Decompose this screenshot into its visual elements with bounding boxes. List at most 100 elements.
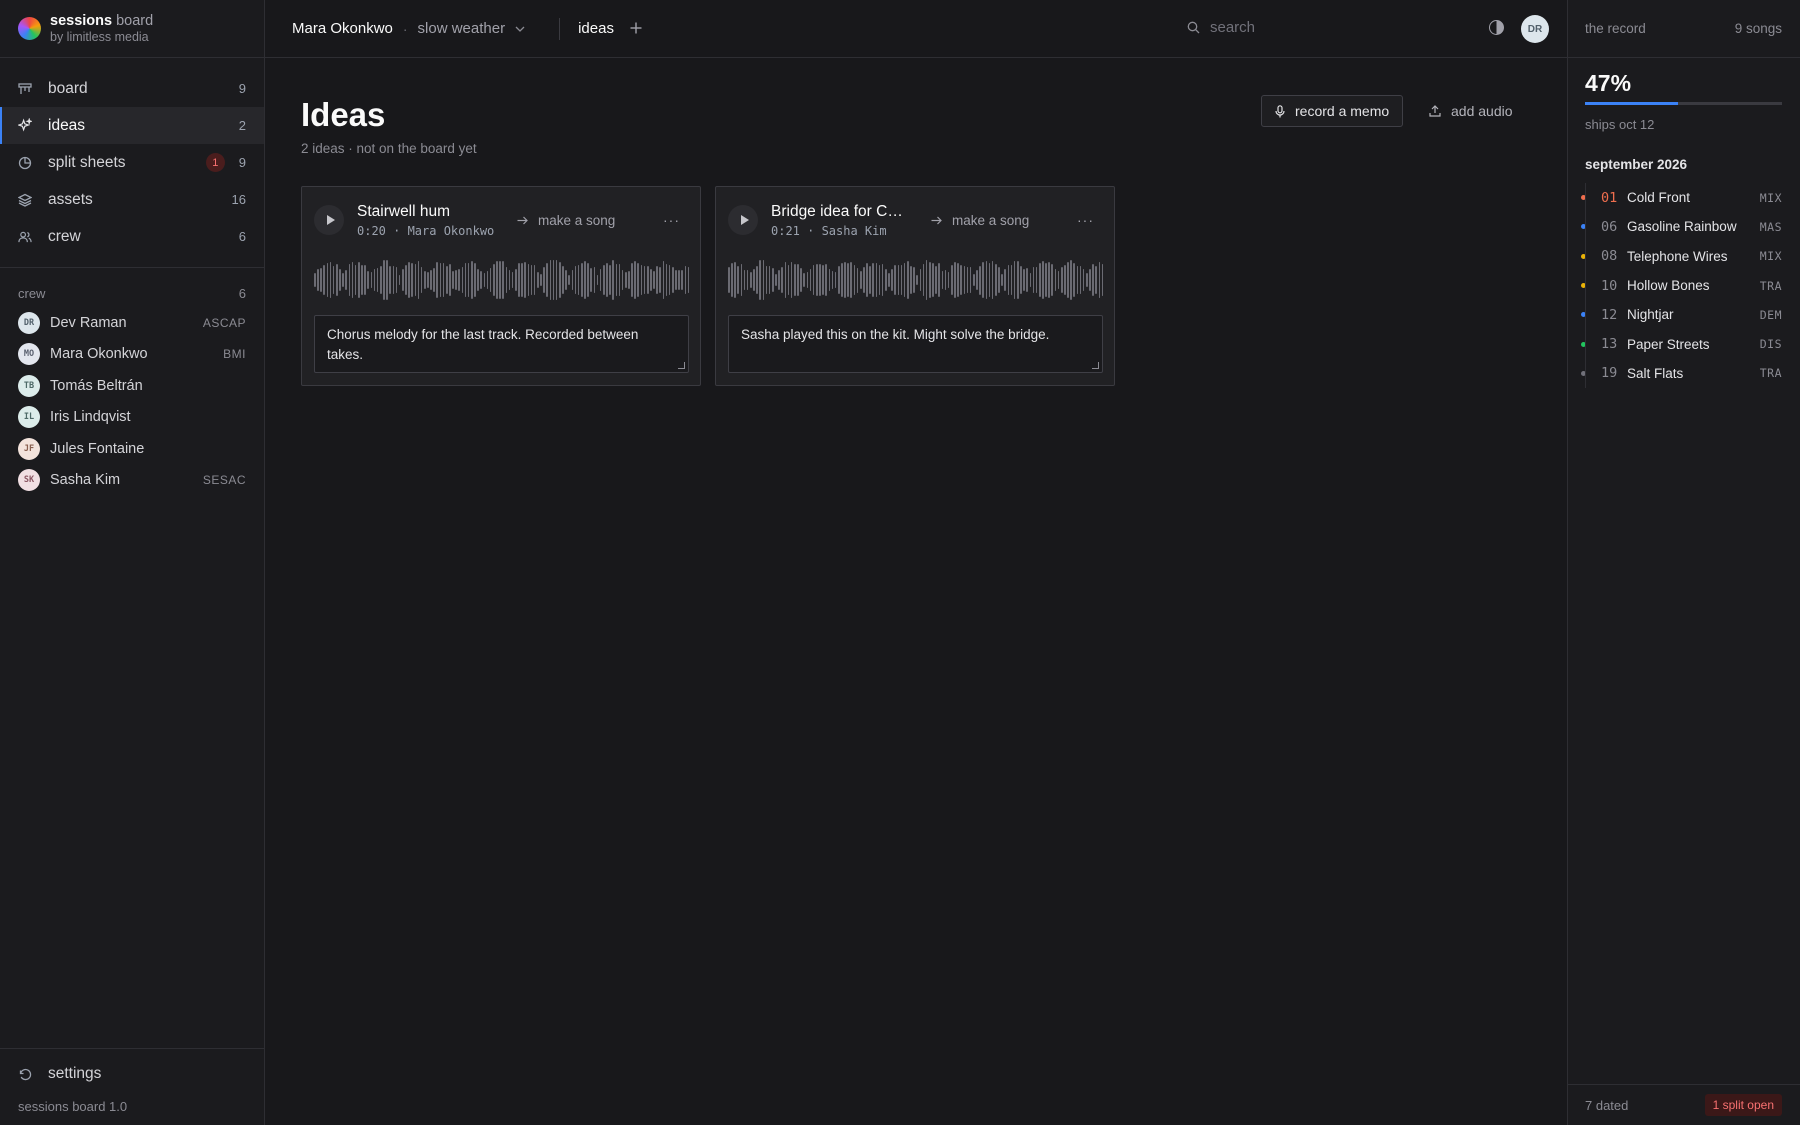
search-placeholder: search bbox=[1210, 19, 1256, 36]
album-selector[interactable]: slow weather bbox=[418, 20, 506, 37]
search-input[interactable]: search bbox=[1187, 19, 1255, 36]
tab-ideas[interactable]: ideas bbox=[578, 20, 614, 37]
crew-member-pro: SESAC bbox=[202, 473, 246, 488]
split-open-badge[interactable]: 1 split open bbox=[1704, 1094, 1782, 1116]
track-item[interactable]: 12 Nightjar DEM bbox=[1568, 300, 1800, 329]
waveform-bar bbox=[373, 269, 376, 291]
play-button[interactable] bbox=[728, 205, 758, 235]
idea-note-field[interactable]: Sasha played this on the kit. Might solv… bbox=[728, 315, 1103, 373]
track-item[interactable]: 10 Hollow Bones TRA bbox=[1568, 271, 1800, 300]
waveform-bar bbox=[812, 265, 815, 295]
crew-member-name: Mara Okonkwo bbox=[50, 346, 148, 363]
waveform-bar bbox=[1101, 264, 1104, 296]
waveform-bar bbox=[348, 264, 351, 296]
waveform-bar bbox=[571, 269, 574, 291]
avatar: DR bbox=[18, 311, 40, 334]
waveform-bar bbox=[803, 273, 805, 287]
crew-member-name: Sasha Kim bbox=[50, 472, 121, 489]
waveform-bar bbox=[659, 266, 662, 294]
waveform-bar bbox=[530, 265, 533, 295]
waveform-bar bbox=[493, 263, 495, 297]
idea-title: Bridge idea for Cold Front bbox=[771, 202, 911, 220]
waveform-bar bbox=[991, 260, 994, 300]
waveform-bar bbox=[1045, 263, 1047, 297]
waveform-bar bbox=[775, 274, 777, 286]
theme-toggle-icon[interactable] bbox=[1489, 20, 1504, 35]
record-memo-button[interactable]: record a memo bbox=[1261, 95, 1404, 127]
waveform-bar bbox=[778, 269, 780, 291]
add-tab-icon[interactable] bbox=[630, 18, 642, 39]
waveform-bar bbox=[1067, 262, 1069, 298]
track-number: 13 bbox=[1601, 336, 1618, 353]
crew-member-pro: BMI bbox=[223, 347, 246, 362]
waveform-bar bbox=[825, 264, 827, 296]
brand-subtitle: by limitless media bbox=[50, 29, 149, 44]
crew-member[interactable]: MO Mara Okonkwo BMI bbox=[0, 339, 264, 371]
make-song-button[interactable]: make a song bbox=[931, 213, 1029, 228]
sidebar-item-board[interactable]: board 9 bbox=[0, 70, 264, 107]
waveform-bar bbox=[467, 262, 470, 298]
breadcrumb-artist[interactable]: Mara Okonkwo bbox=[292, 20, 393, 37]
brand[interactable]: sessions board by limitless media bbox=[0, 0, 264, 58]
crew-member[interactable]: IL Iris Lindqvist bbox=[0, 402, 264, 434]
waveform-bar bbox=[762, 260, 765, 300]
waveform-bar bbox=[508, 270, 511, 290]
waveform-bar bbox=[944, 270, 947, 290]
waveform-bar bbox=[515, 269, 517, 291]
track-item[interactable]: 19 Salt Flats TRA bbox=[1568, 359, 1800, 388]
waveform[interactable] bbox=[314, 259, 690, 301]
sidebar-item-crew[interactable]: crew 6 bbox=[0, 218, 264, 255]
waveform-bar bbox=[1029, 273, 1032, 287]
crew-member[interactable]: DR Dev Raman ASCAP bbox=[0, 307, 264, 339]
more-options-icon[interactable]: ··· bbox=[663, 212, 680, 228]
crew-member[interactable]: SK Sasha Kim SESAC bbox=[0, 465, 264, 497]
waveform-bar bbox=[405, 265, 407, 295]
ship-date: ships oct 12 bbox=[1585, 117, 1655, 132]
track-item[interactable]: 08 Telephone Wires MIX bbox=[1568, 242, 1800, 271]
waveform-bar bbox=[612, 260, 614, 300]
sidebar-item-ideas[interactable]: ideas 2 bbox=[0, 107, 264, 144]
waveform-bar bbox=[1076, 266, 1079, 294]
more-options-icon[interactable]: ··· bbox=[1077, 212, 1094, 228]
waveform-bar bbox=[486, 271, 489, 289]
waveform-bar bbox=[875, 262, 878, 298]
waveform-bar bbox=[728, 266, 730, 294]
waveform-bar bbox=[1054, 269, 1057, 291]
waveform-bar bbox=[976, 270, 978, 290]
waveform-bar bbox=[1089, 269, 1091, 291]
waveform-bar bbox=[800, 268, 802, 292]
status-dot bbox=[1581, 253, 1586, 259]
make-song-button[interactable]: make a song bbox=[517, 213, 615, 228]
crew-member[interactable]: JF Jules Fontaine bbox=[0, 433, 264, 465]
sidebar-item-assets[interactable]: assets 16 bbox=[0, 181, 264, 218]
waveform-bar bbox=[856, 267, 859, 293]
settings-button[interactable]: settings bbox=[18, 1049, 246, 1099]
track-item[interactable]: 13 Paper Streets DIS bbox=[1568, 329, 1800, 358]
waveform-bar bbox=[314, 273, 316, 287]
idea-note-field[interactable]: Chorus melody for the last track. Record… bbox=[314, 315, 689, 373]
add-audio-button[interactable]: add audio bbox=[1429, 95, 1513, 127]
waveform-bar bbox=[1051, 264, 1054, 296]
waveform-bar bbox=[1013, 261, 1016, 299]
waveform-bar bbox=[831, 270, 834, 290]
arrow-right-icon bbox=[931, 213, 942, 228]
track-item[interactable]: 01 Cold Front MIX bbox=[1568, 183, 1800, 212]
idea-info: 0:20 · Mara Okonkwo bbox=[357, 223, 495, 238]
track-stage: MIX bbox=[1759, 190, 1782, 205]
waveform[interactable] bbox=[728, 259, 1104, 301]
waveform-bar bbox=[590, 268, 592, 292]
track-list: 01 Cold Front MIX 06 Gasoline Rainbow MA… bbox=[1568, 183, 1800, 389]
chevron-down-icon[interactable] bbox=[515, 23, 525, 35]
waveform-bar bbox=[351, 262, 354, 298]
waveform-bar bbox=[445, 266, 448, 294]
play-button[interactable] bbox=[314, 205, 344, 235]
sidebar-item-split-sheets[interactable]: split sheets 1 9 bbox=[0, 144, 264, 181]
waveform-bar bbox=[913, 267, 915, 293]
user-avatar[interactable]: DR bbox=[1521, 15, 1549, 43]
board-icon bbox=[18, 82, 32, 96]
track-item[interactable]: 06 Gasoline Rainbow MAS bbox=[1568, 212, 1800, 241]
track-name: Paper Streets bbox=[1627, 336, 1710, 352]
status-dot bbox=[1581, 341, 1586, 347]
waveform-bar bbox=[577, 264, 580, 296]
crew-member[interactable]: TB Tomás Beltrán bbox=[0, 370, 264, 402]
